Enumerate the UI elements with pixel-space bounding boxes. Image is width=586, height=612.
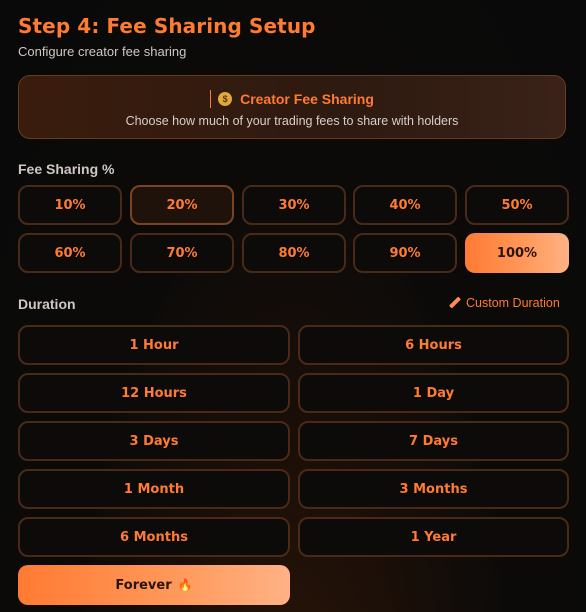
pencil-icon	[449, 297, 461, 309]
duration-option-1-year[interactable]: 1 Year	[298, 517, 569, 557]
fee-option-90[interactable]: 90%	[353, 233, 457, 273]
duration-option-3-days[interactable]: 3 Days	[18, 421, 290, 461]
duration-option-1-day[interactable]: 1 Day	[298, 373, 569, 413]
fee-option-10[interactable]: 10%	[18, 185, 122, 225]
duration-option-forever[interactable]: Forever 🔥	[18, 565, 290, 605]
info-description: Choose how much of your trading fees to …	[125, 114, 459, 128]
duration-option-6-months[interactable]: 6 Months	[18, 517, 290, 557]
forever-label: Forever	[115, 577, 172, 593]
fire-icon: 🔥	[177, 578, 193, 592]
duration-option-7-days[interactable]: 7 Days	[298, 421, 569, 461]
duration-option-12-hours[interactable]: 12 Hours	[18, 373, 290, 413]
duration-label: Duration	[18, 296, 76, 312]
fee-option-50[interactable]: 50%	[465, 185, 569, 225]
fee-option-30[interactable]: 30%	[242, 185, 346, 225]
duration-option-3-months[interactable]: 3 Months	[298, 469, 569, 509]
accent-bar	[210, 90, 212, 108]
fee-option-70[interactable]: 70%	[130, 233, 234, 273]
fee-option-40[interactable]: 40%	[353, 185, 457, 225]
fee-option-20[interactable]: 20%	[130, 185, 234, 225]
duration-option-1-month[interactable]: 1 Month	[18, 469, 290, 509]
fee-option-80[interactable]: 80%	[242, 233, 346, 273]
fee-sharing-label: Fee Sharing %	[18, 161, 115, 177]
info-card: $ Creator Fee Sharing Choose how much of…	[18, 75, 566, 139]
info-heading: Creator Fee Sharing	[240, 91, 374, 107]
page-title: Step 4: Fee Sharing Setup	[18, 14, 316, 38]
money-bag-icon: $	[218, 92, 233, 106]
duration-option-1-hour[interactable]: 1 Hour	[18, 325, 290, 365]
info-heading-row: $ Creator Fee Sharing	[19, 90, 565, 108]
fee-option-60[interactable]: 60%	[18, 233, 122, 273]
duration-option-6-hours[interactable]: 6 Hours	[298, 325, 569, 365]
custom-duration-link[interactable]: Custom Duration	[449, 296, 560, 310]
custom-duration-label: Custom Duration	[466, 296, 560, 310]
fee-option-100[interactable]: 100%	[465, 233, 569, 273]
page-subtitle: Configure creator fee sharing	[18, 44, 187, 59]
